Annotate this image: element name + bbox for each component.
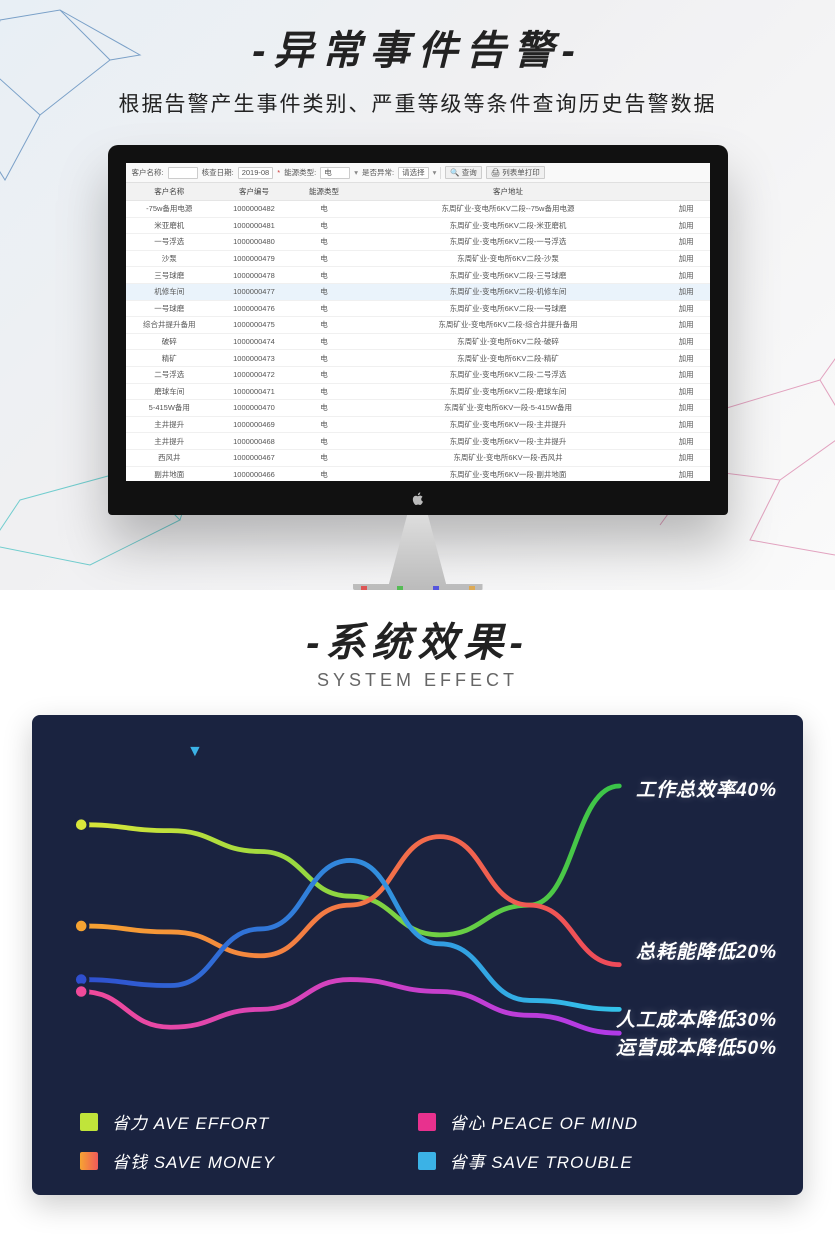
- table-row[interactable]: 5-415W备用1000000470电东周矿业-变电所6KV一段-5-415W备…: [126, 400, 710, 417]
- alarm-subtitle: 根据告警产生事件类别、严重等级等条件查询历史告警数据: [0, 88, 835, 118]
- series-line: [81, 837, 619, 965]
- table-header: 客户地址: [353, 183, 663, 201]
- swatch-icon: [80, 1152, 98, 1170]
- table-row[interactable]: 沙泵1000000479电东周矿业-变电所6KV二段-沙泵加用: [126, 250, 710, 267]
- annotation-ops: 运营成本降低50%: [616, 1033, 777, 1060]
- date-input[interactable]: 2019-08: [238, 167, 274, 179]
- swatch-icon: [418, 1152, 436, 1170]
- table-row[interactable]: 主井提升1000000468电东周矿业-变电所6KV一段-主井提升加用: [126, 433, 710, 450]
- app-screenshot: 客户名称: 核查日期: 2019-08 * 能源类型: 电 ▾ 是否异常: 请选…: [126, 163, 710, 481]
- table-row[interactable]: 一号浮选1000000480电东周矿业-变电所6KV二段-一号浮选加用: [126, 234, 710, 251]
- data-table: 客户名称客户编号能源类型客户地址 -75w备用电源1000000482电东周矿业…: [126, 183, 710, 481]
- effect-section: -系统效果- SYSTEM EFFECT ▼ 工作总效率40% 总耗能降低20%…: [0, 590, 835, 1235]
- chart-legend: 省力 AVE EFFORT 省心 PEACE OF MIND 省钱 SAVE M…: [80, 1109, 755, 1173]
- label-date: 核查日期:: [202, 167, 234, 178]
- alarm-title: -异常事件告警-: [0, 0, 835, 76]
- swatch-icon: [80, 1113, 98, 1131]
- table-row[interactable]: 二号浮选1000000472电东周矿业-变电所6KV二段-二号浮选加用: [126, 366, 710, 383]
- table-row[interactable]: 三号球磨1000000478电东周矿业-变电所6KV二段-三号球磨加用: [126, 267, 710, 284]
- table-row[interactable]: 西风井1000000467电东周矿业-变电所6KV一段-西风井加用: [126, 449, 710, 466]
- annotation-efficiency: 工作总效率40%: [636, 775, 777, 802]
- series-start-dot: [74, 818, 87, 831]
- legend-trouble: 省事 SAVE TROUBLE: [418, 1148, 756, 1173]
- table-row[interactable]: 破碎1000000474电东周矿业-变电所6KV二段-破碎加用: [126, 333, 710, 350]
- table-header: 客户编号: [213, 183, 295, 201]
- unit-select[interactable]: 请选择: [398, 167, 429, 179]
- type-select[interactable]: 电: [320, 167, 350, 179]
- table-row[interactable]: 副井地面1000000466电东周矿业-变电所6KV一段-副井地面加用: [126, 466, 710, 481]
- triangle-marker-icon: ▼: [187, 743, 203, 761]
- search-icon: 🔍: [450, 168, 459, 177]
- table-row[interactable]: 主井提升1000000469电东周矿业-变电所6KV一段-主井提升加用: [126, 416, 710, 433]
- legend-peace: 省心 PEACE OF MIND: [418, 1109, 756, 1134]
- query-button[interactable]: 🔍查询: [445, 166, 481, 179]
- legend-money: 省钱 SAVE MONEY: [80, 1148, 418, 1173]
- table-row[interactable]: 综合井提升备用1000000475电东周矿业-变电所6KV二段-综合井提升备用加…: [126, 317, 710, 334]
- print-button[interactable]: 🖨列表单打印: [486, 166, 545, 179]
- toolbar: 客户名称: 核查日期: 2019-08 * 能源类型: 电 ▾ 是否异常: 请选…: [126, 163, 710, 183]
- effect-title: -系统效果-: [0, 600, 835, 668]
- table-header: [663, 183, 710, 201]
- table-row[interactable]: 一号球磨1000000476电东周矿业-变电所6KV二段-一号球磨加用: [126, 300, 710, 317]
- print-icon: 🖨: [491, 168, 501, 177]
- label-unit: 是否异常:: [362, 167, 394, 178]
- swatch-icon: [418, 1113, 436, 1131]
- effect-subtitle: SYSTEM EFFECT: [0, 670, 835, 691]
- chart-card: ▼ 工作总效率40% 总耗能降低20% 人工成本降低30% 运营成本降低50% …: [32, 715, 803, 1195]
- label-name: 客户名称:: [132, 167, 164, 178]
- series-line: [81, 860, 619, 1009]
- table-row[interactable]: 磨球车间1000000471电东周矿业-变电所6KV二段-磨球车间加用: [126, 383, 710, 400]
- required-marker: *: [277, 168, 280, 177]
- legend-ave: 省力 AVE EFFORT: [80, 1109, 418, 1134]
- annotation-energy: 总耗能降低20%: [636, 937, 777, 964]
- label-type: 能源类型:: [284, 167, 316, 178]
- table-row[interactable]: -75w备用电源1000000482电东周矿业-变电所6KV二段--75w备用电…: [126, 201, 710, 218]
- alarm-section: -异常事件告警- 根据告警产生事件类别、严重等级等条件查询历史告警数据 客户名称…: [0, 0, 835, 590]
- annotation-labor: 人工成本降低30%: [616, 1005, 777, 1032]
- table-header: 能源类型: [295, 183, 353, 201]
- table-row[interactable]: 米亚磨机1000000481电东周矿业-变电所6KV二段-米亚磨机加用: [126, 217, 710, 234]
- table-header: 客户名称: [126, 183, 214, 201]
- apple-logo-icon: [411, 492, 425, 506]
- series-start-dot: [74, 919, 87, 932]
- series-start-dot: [74, 985, 87, 998]
- monitor-mockup: 客户名称: 核查日期: 2019-08 * 能源类型: 电 ▾ 是否异常: 请选…: [108, 145, 728, 590]
- table-row[interactable]: 机修车间1000000477电东周矿业-变电所6KV二段-机修车间加用: [126, 283, 710, 300]
- table-row[interactable]: 精矿1000000473电东周矿业-变电所6KV二段-精矿加用: [126, 350, 710, 367]
- name-input[interactable]: [168, 167, 198, 179]
